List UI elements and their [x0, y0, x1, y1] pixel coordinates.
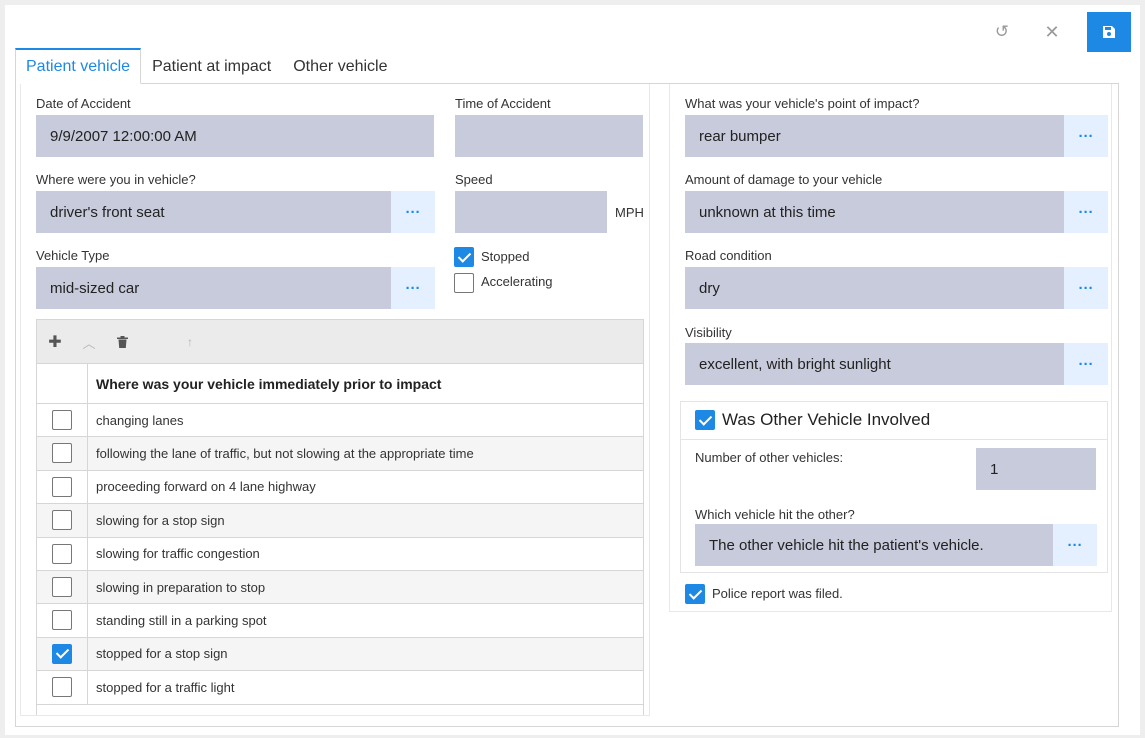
row-select-cell [37, 604, 88, 637]
speed-unit: MPH [615, 205, 644, 220]
which-vehicle-hit-field[interactable]: The other vehicle hit the patient's vehi… [695, 524, 1053, 566]
vehicle-type-lookup-button[interactable]: ··· [391, 267, 435, 309]
left-panel: Date of Accident 9/9/2007 12:00:00 AM Ti… [20, 84, 650, 716]
visibility-lookup-button[interactable]: ··· [1064, 343, 1108, 385]
row-select-cell [37, 570, 88, 604]
number-of-other-vehicles-field[interactable]: 1 [976, 448, 1096, 490]
table-row[interactable]: slowing for traffic congestion [37, 537, 643, 571]
position-lookup-button[interactable]: ··· [391, 191, 435, 233]
row-checkbox[interactable] [52, 610, 72, 631]
row-checkbox[interactable] [52, 643, 72, 664]
accelerating-label: Accelerating [481, 274, 553, 289]
accelerating-checkbox[interactable] [454, 273, 474, 293]
tab-patient-at-impact[interactable]: Patient at impact [141, 48, 282, 84]
row-label: stopped for a traffic light [96, 679, 235, 695]
undo-button[interactable]: ↺ [980, 12, 1024, 52]
time-of-accident-field[interactable] [455, 115, 643, 157]
close-icon: ✕ [1044, 21, 1060, 42]
grid-toolbar: ✚ ︿ ↑ [37, 320, 643, 364]
row-checkbox[interactable] [52, 677, 72, 698]
point-of-impact-field[interactable]: rear bumper [685, 115, 1064, 157]
row-label: slowing for a stop sign [96, 512, 225, 528]
stopped-checkbox[interactable] [454, 247, 474, 267]
visibility-field[interactable]: excellent, with bright sunlight [685, 343, 1064, 385]
tab-other-vehicle[interactable]: Other vehicle [282, 48, 398, 84]
table-row[interactable]: following the lane of traffic, but not s… [37, 437, 643, 471]
speed-label: Speed [455, 172, 493, 187]
grid-header-select [37, 364, 88, 403]
table-row[interactable]: standing still in a parking spot [37, 604, 643, 638]
row-checkbox[interactable] [52, 510, 72, 531]
police-report-checkbox[interactable] [685, 584, 705, 604]
damage-label: Amount of damage to your vehicle [685, 172, 883, 187]
point-of-impact-lookup-button[interactable]: ··· [1064, 115, 1108, 157]
row-label: slowing for traffic congestion [96, 546, 260, 562]
save-button[interactable] [1087, 12, 1131, 52]
table-row[interactable]: proceeding forward on 4 lane highway [37, 470, 643, 505]
date-of-accident-label: Date of Accident [36, 96, 131, 111]
table-row[interactable]: slowing in preparation to stop [37, 570, 643, 605]
damage-field[interactable]: unknown at this time [685, 191, 1064, 233]
other-vehicle-involved-checkbox[interactable] [695, 410, 715, 430]
point-of-impact-label: What was your vehicle's point of impact? [685, 96, 920, 111]
speed-field[interactable] [455, 191, 607, 233]
date-of-accident-field[interactable]: 9/9/2007 12:00:00 AM [36, 115, 434, 157]
trash-icon[interactable] [110, 330, 134, 354]
position-in-vehicle-field[interactable]: driver's front seat [36, 191, 391, 233]
row-label: stopped for a stop sign [96, 646, 228, 662]
row-checkbox[interactable] [52, 576, 72, 597]
row-label: following the lane of traffic, but not s… [96, 446, 474, 462]
which-vehicle-hit-lookup-button[interactable]: ··· [1053, 524, 1097, 566]
grid-header-row: Where was your vehicle immediately prior… [37, 364, 643, 404]
row-select-cell [37, 537, 88, 570]
row-select-cell [37, 404, 88, 437]
table-row[interactable]: stopped for a traffic light [37, 671, 643, 705]
save-icon [1103, 26, 1115, 38]
table-row[interactable]: slowing for a stop sign [37, 504, 643, 538]
damage-lookup-button[interactable]: ··· [1064, 191, 1108, 233]
table-row[interactable]: changing lanes [37, 404, 643, 438]
road-condition-field[interactable]: dry [685, 267, 1064, 309]
other-vehicle-section: Was Other Vehicle Involved Number of oth… [680, 401, 1108, 573]
undo-icon: ↺ [994, 22, 1010, 41]
close-button[interactable]: ✕ [1030, 12, 1074, 52]
other-vehicle-section-header: Was Other Vehicle Involved [681, 402, 1107, 440]
time-of-accident-label: Time of Accident [455, 96, 551, 111]
visibility-label: Visibility [685, 325, 732, 340]
grid-header-title: Where was your vehicle immediately prior… [96, 375, 442, 392]
row-checkbox[interactable] [52, 476, 72, 497]
tab-patient-vehicle[interactable]: Patient vehicle [15, 48, 142, 84]
number-of-other-vehicles-label: Number of other vehicles: [695, 450, 844, 465]
stopped-label: Stopped [481, 249, 530, 264]
vehicle-type-label: Vehicle Type [36, 248, 110, 263]
row-checkbox[interactable] [52, 443, 72, 464]
which-vehicle-hit-label: Which vehicle hit the other? [695, 507, 855, 522]
grid-rows: changing lanes following the lane of traf… [37, 404, 643, 705]
chevron-up-icon[interactable]: ︿ [77, 330, 101, 354]
road-condition-lookup-button[interactable]: ··· [1064, 267, 1108, 309]
row-select-cell [37, 637, 88, 671]
row-checkbox[interactable] [52, 410, 72, 430]
row-label: proceeding forward on 4 lane highway [96, 479, 316, 495]
table-row[interactable]: stopped for a stop sign [37, 637, 643, 672]
position-in-vehicle-label: Where were you in vehicle? [36, 172, 196, 187]
row-label: slowing in preparation to stop [96, 579, 266, 595]
row-label: standing still in a parking spot [96, 613, 267, 629]
row-checkbox[interactable] [52, 543, 72, 564]
other-vehicle-involved-label: Was Other Vehicle Involved [722, 410, 931, 429]
police-report-label: Police report was filed. [712, 586, 843, 601]
add-icon[interactable]: ✚ [43, 330, 67, 354]
road-condition-label: Road condition [685, 248, 772, 263]
row-select-cell [37, 504, 88, 537]
row-select-cell [37, 470, 88, 504]
row-select-cell [37, 437, 88, 470]
prior-to-impact-grid: ✚ ︿ ↑ Where was your vehicle immediately… [36, 319, 644, 715]
row-label: changing lanes [96, 412, 184, 428]
vehicle-type-field[interactable]: mid-sized car [36, 267, 391, 309]
row-select-cell [37, 671, 88, 704]
move-up-icon[interactable]: ↑ [178, 330, 202, 354]
tab-bar: Patient vehicle Patient at impact Other … [15, 48, 399, 84]
